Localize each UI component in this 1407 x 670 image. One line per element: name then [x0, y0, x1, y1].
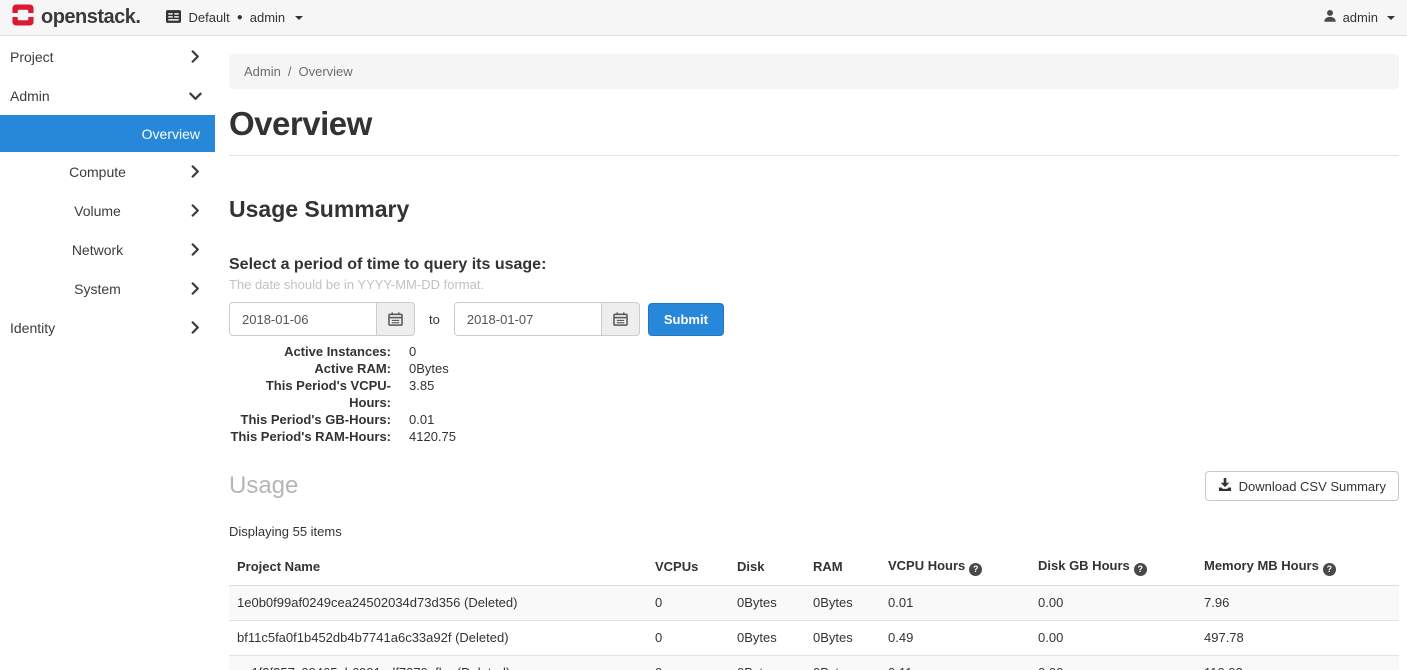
col-disk[interactable]: Disk — [729, 552, 805, 585]
brand-wordmark: openstack. — [41, 6, 140, 29]
cell-project-name: bf11c5fa0f1b452db4b7741a6c33a92f (Delete… — [229, 620, 647, 655]
chevron-right-icon — [175, 321, 215, 334]
stat-active-instances: Active Instances: 0 — [229, 343, 1399, 360]
date-from-input[interactable] — [229, 302, 377, 336]
help-icon[interactable]: ? — [969, 563, 982, 576]
submit-button[interactable]: Submit — [648, 303, 724, 336]
divider — [229, 155, 1399, 156]
col-memory-mb-hours[interactable]: Memory MB Hours? — [1196, 552, 1399, 585]
download-icon — [1218, 478, 1232, 494]
chevron-right-icon — [175, 243, 215, 256]
period-form-title: Select a period of time to query its usa… — [229, 256, 1399, 274]
help-icon[interactable]: ? — [1134, 563, 1147, 576]
main-content: Admin / Overview Overview Usage Summary … — [215, 36, 1407, 669]
date-to-input[interactable] — [454, 302, 602, 336]
usage-summary-heading: Usage Summary — [229, 196, 1399, 223]
chevron-right-icon — [175, 282, 215, 295]
chevron-right-icon — [175, 50, 215, 63]
cell-project-name: ea1f2f357c09465eb6991edf7079efbe (Delete… — [229, 655, 647, 670]
col-project-name[interactable]: Project Name — [229, 552, 647, 585]
sidebar: Project Admin Overview Compute Volume — [0, 36, 215, 669]
sidebar-item-system[interactable]: System — [0, 269, 215, 308]
sidebar-item-identity[interactable]: Identity — [0, 308, 215, 347]
sidebar-item-network[interactable]: Network — [0, 230, 215, 269]
context-project: admin — [250, 10, 285, 25]
usage-heading: Usage — [229, 472, 298, 500]
help-icon[interactable]: ? — [1323, 563, 1336, 576]
context-switcher[interactable]: Default ● admin — [166, 10, 303, 26]
download-csv-button[interactable]: Download CSV Summary — [1205, 471, 1399, 501]
stat-gb-hours: This Period's GB-Hours: 0.01 — [229, 411, 1399, 428]
period-form-hint: The date should be in YYYY-MM-DD format. — [229, 277, 1399, 292]
to-label: to — [429, 312, 440, 327]
chevron-down-icon — [175, 91, 215, 101]
chevron-right-icon — [175, 204, 215, 217]
col-vcpus[interactable]: VCPUs — [647, 552, 729, 585]
caret-down-icon — [1387, 16, 1395, 20]
sidebar-item-compute[interactable]: Compute — [0, 152, 215, 191]
date-from-group — [229, 302, 415, 336]
date-to-group — [454, 302, 640, 336]
page-title: Overview — [229, 105, 1399, 143]
table-row: 1e0b0f99af0249cea24502034d73d356 (Delete… — [229, 585, 1399, 620]
table-row: bf11c5fa0f1b452db4b7741a6c33a92f (Delete… — [229, 620, 1399, 655]
openstack-brand[interactable]: openstack. — [12, 4, 140, 31]
caret-down-icon — [295, 16, 303, 20]
top-navbar: openstack. Default ● admin admin — [0, 0, 1407, 36]
user-icon — [1323, 9, 1337, 26]
usage-section-header: Usage Download CSV Summary — [229, 471, 1399, 501]
items-count: Displaying 55 items — [229, 524, 1399, 539]
col-ram[interactable]: RAM — [805, 552, 880, 585]
openstack-logo-icon — [12, 4, 34, 31]
sidebar-item-project[interactable]: Project — [0, 37, 215, 76]
domain-icon — [166, 10, 181, 26]
chevron-right-icon — [175, 165, 215, 178]
usage-table: Project Name VCPUs Disk RAM VCPU Hours? … — [229, 552, 1399, 670]
usage-stats: Active Instances: 0 Active RAM: 0Bytes T… — [229, 343, 1399, 445]
sidebar-item-volume[interactable]: Volume — [0, 191, 215, 230]
breadcrumb: Admin / Overview — [229, 54, 1399, 89]
stat-ram-hours: This Period's RAM-Hours: 4120.75 — [229, 428, 1399, 445]
col-disk-gb-hours[interactable]: Disk GB Hours? — [1030, 552, 1196, 585]
user-name: admin — [1343, 10, 1378, 25]
calendar-icon[interactable] — [602, 302, 640, 336]
calendar-icon[interactable] — [377, 302, 415, 336]
date-range-form: to Submit — [229, 302, 1399, 336]
user-menu[interactable]: admin — [1323, 9, 1395, 26]
context-separator: ● — [237, 12, 243, 23]
stat-vcpu-hours: This Period's VCPU-Hours: 3.85 — [229, 377, 1399, 411]
col-vcpu-hours[interactable]: VCPU Hours? — [880, 552, 1030, 585]
breadcrumb-separator: / — [288, 64, 292, 79]
sidebar-item-overview[interactable]: Overview — [0, 115, 215, 152]
table-row: ea1f2f357c09465eb6991edf7079efbe (Delete… — [229, 655, 1399, 670]
breadcrumb-overview: Overview — [298, 64, 352, 79]
cell-project-name: 1e0b0f99af0249cea24502034d73d356 (Delete… — [229, 585, 647, 620]
sidebar-item-admin[interactable]: Admin — [0, 76, 215, 115]
breadcrumb-admin[interactable]: Admin — [244, 64, 281, 79]
context-domain: Default — [188, 10, 229, 25]
table-header-row: Project Name VCPUs Disk RAM VCPU Hours? … — [229, 552, 1399, 585]
stat-active-ram: Active RAM: 0Bytes — [229, 360, 1399, 377]
